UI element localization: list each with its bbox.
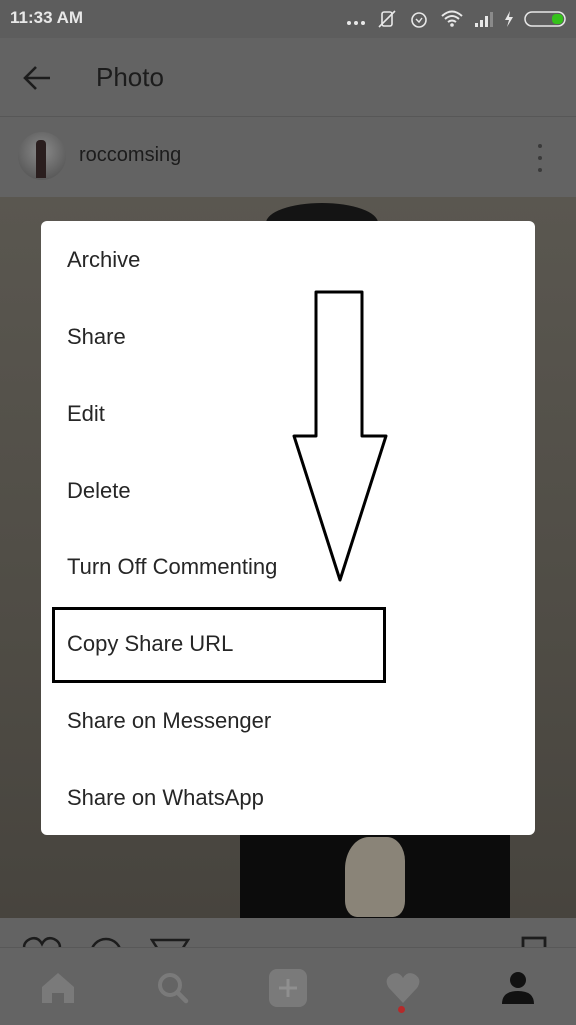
bottom-nav <box>0 947 576 1025</box>
status-icons <box>346 8 566 30</box>
alarm-icon <box>411 12 427 28</box>
vibrate-off-icon <box>378 10 396 28</box>
avatar-figure <box>36 140 46 178</box>
post-header: roccomsing <box>0 117 576 197</box>
nav-add[interactable] <box>266 966 310 1010</box>
nav-profile[interactable] <box>496 966 540 1010</box>
vertical-ellipsis-icon[interactable] <box>534 144 546 172</box>
post-actions <box>0 918 576 948</box>
annotation-arrow-down-icon <box>292 290 388 582</box>
app-bar: Photo <box>0 38 576 117</box>
menu-item-delete[interactable]: Delete <box>41 452 535 529</box>
page-title: Photo <box>96 62 164 92</box>
menu-item-archive[interactable]: Archive <box>41 221 535 298</box>
battery-icon <box>524 11 566 27</box>
menu-item-share-on-whatsapp[interactable]: Share on WhatsApp <box>41 759 535 836</box>
photo-subject-hand <box>345 837 405 917</box>
post-options-dialog: Archive Share Edit Delete Turn Off Comme… <box>41 221 535 835</box>
highlight-box <box>52 607 386 683</box>
avatar[interactable] <box>18 132 66 180</box>
activity-heart-icon <box>386 973 420 1003</box>
nav-activity[interactable] <box>381 966 425 1010</box>
arrow-left-icon[interactable] <box>22 62 54 94</box>
status-bar: 11:33 AM <box>0 0 576 38</box>
home-icon <box>42 973 74 1003</box>
menu-item-share[interactable]: Share <box>41 298 535 375</box>
menu-item-edit[interactable]: Edit <box>41 375 535 452</box>
charging-icon <box>505 11 513 27</box>
nav-home[interactable] <box>36 966 80 1010</box>
search-icon <box>158 973 189 1004</box>
wifi-icon <box>441 10 463 27</box>
more-notifications-icon <box>347 21 365 25</box>
signal-icon <box>475 12 493 27</box>
notification-dot <box>398 1006 405 1013</box>
username[interactable]: roccomsing <box>79 144 181 167</box>
nav-search[interactable] <box>151 966 195 1010</box>
menu-item-turn-off-commenting[interactable]: Turn Off Commenting <box>41 528 535 605</box>
add-icon <box>269 969 307 1007</box>
menu-item-share-on-messenger[interactable]: Share on Messenger <box>41 682 535 759</box>
profile-icon <box>502 972 534 1004</box>
status-time: 11:33 AM <box>10 8 84 27</box>
